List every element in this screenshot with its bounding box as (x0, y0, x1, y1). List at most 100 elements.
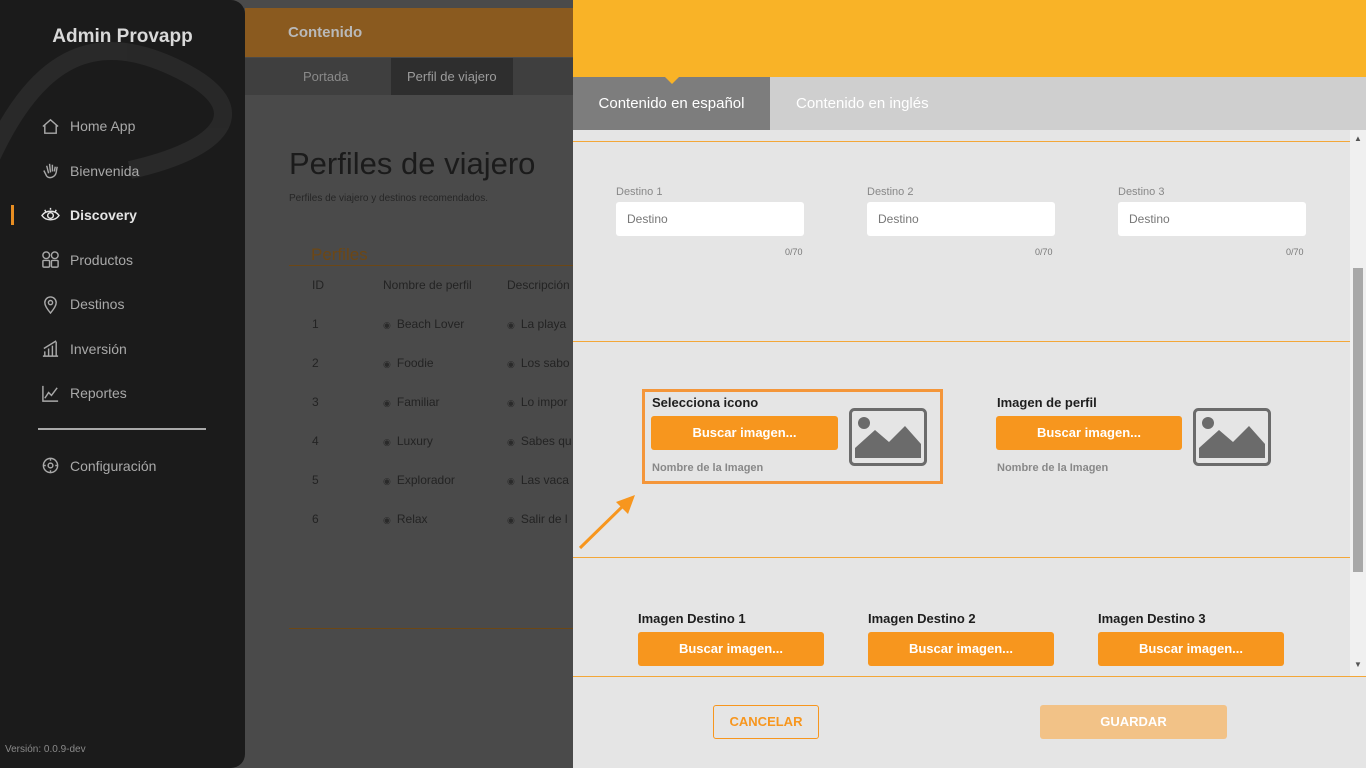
sidebar-nav: Home App Bienvenida Discovery Productos … (0, 104, 245, 488)
imagen-destino-1-label: Imagen Destino 1 (638, 611, 746, 626)
sidebar-item-discovery[interactable]: Discovery (0, 193, 245, 238)
tab-portada[interactable]: Portada (303, 58, 349, 95)
buscar-imagen-destino-3-button[interactable]: Buscar imagen... (1098, 632, 1284, 666)
line-chart-icon (40, 383, 60, 403)
wave-hand-icon (40, 161, 60, 181)
tab-contenido-espanol[interactable]: Contenido en español (573, 76, 770, 130)
divider (289, 628, 575, 629)
sidebar-item-productos[interactable]: Productos (0, 238, 245, 283)
drawer-content: Destino 1 Destino 0/70 Destino 2 Destino… (573, 130, 1350, 676)
page-title: Perfiles de viajero (289, 146, 536, 181)
location-pin-icon (40, 294, 60, 314)
profiles-table: ID Nombre de perfil Descripción 1 Beach … (312, 278, 575, 551)
table-row[interactable]: 3 Familiar Lo impor (312, 395, 575, 434)
bar-chart-icon (40, 339, 60, 359)
table-cell: 5 (312, 473, 319, 487)
destino-3-counter: 0/70 (1286, 247, 1304, 257)
page-subtitle: Perfiles de viajero y destinos recomenda… (289, 193, 488, 204)
tab-perfil-de-viajero[interactable]: Perfil de viajero (391, 58, 513, 95)
icono-image-name: Nombre de la Imagen (652, 462, 764, 474)
save-button[interactable]: GUARDAR (1040, 705, 1227, 739)
pointer-arrow-icon (578, 495, 635, 550)
brand-title: Admin Provapp (52, 26, 193, 47)
scroll-thumb[interactable] (1353, 268, 1363, 572)
sidebar-divider (38, 427, 206, 430)
sidebar-item-label: Productos (70, 251, 134, 268)
imagen-perfil-label: Imagen de perfil (997, 395, 1097, 410)
destino-3-input[interactable]: Destino (1118, 202, 1306, 236)
imagen-destino-3-label: Imagen Destino 3 (1098, 611, 1206, 626)
table-cell: Las vaca (507, 473, 569, 487)
language-tabs: Contenido en español Contenido en inglés (573, 76, 1366, 130)
drawer-header (573, 0, 1366, 77)
image-placeholder-icon (1193, 408, 1271, 466)
destino-2-label: Destino 2 (867, 186, 914, 198)
cancel-button[interactable]: CANCELAR (713, 705, 819, 739)
sidebar-item-label: Bienvenida (70, 162, 140, 179)
table-row[interactable]: 5 Explorador Las vaca (312, 473, 575, 512)
tab-contenido-ingles[interactable]: Contenido en inglés (796, 77, 929, 130)
destino-3-label: Destino 3 (1118, 186, 1165, 198)
sidebar: Admin Provapp Home App Bienvenida Discov… (0, 0, 245, 768)
buscar-imagen-destino-2-button[interactable]: Buscar imagen... (868, 632, 1054, 666)
sidebar-item-label: Discovery (70, 207, 137, 224)
table-cell: 1 (312, 317, 319, 331)
scrollbar[interactable]: ▲ ▼ (1350, 130, 1366, 676)
sidebar-item-destinos[interactable]: Destinos (0, 282, 245, 327)
destino-2-counter: 0/70 (1035, 247, 1053, 257)
table-cell: 3 (312, 395, 319, 409)
sidebar-item-home-app[interactable]: Home App (0, 104, 245, 149)
sidebar-item-reportes[interactable]: Reportes (0, 371, 245, 416)
destino-1-input[interactable]: Destino (616, 202, 804, 236)
buscar-imagen-destino-1-button[interactable]: Buscar imagen... (638, 632, 824, 666)
table-cell: La playa (507, 317, 566, 331)
divider (573, 557, 1350, 558)
sidebar-item-configuracion[interactable]: Configuración (0, 444, 245, 489)
destino-1-label: Destino 1 (616, 186, 663, 198)
sidebar-item-bienvenida[interactable]: Bienvenida (0, 149, 245, 194)
column-header: ID (312, 278, 324, 292)
sub-navigation: Portada Perfil de viajero (245, 58, 575, 95)
sidebar-item-label: Reportes (70, 385, 127, 402)
scroll-up-icon[interactable]: ▲ (1354, 134, 1362, 143)
table-header: ID Nombre de perfil Descripción (312, 278, 575, 317)
table-cell: Familiar (383, 395, 440, 409)
background-page: Contenido Portada Perfil de viajero Perf… (245, 0, 575, 768)
version-label: Versión: 0.0.9-dev (5, 744, 86, 755)
home-icon (40, 116, 60, 136)
table-cell: Foodie (383, 356, 434, 370)
sidebar-item-inversion[interactable]: Inversión (0, 327, 245, 372)
sidebar-item-label: Home App (70, 118, 136, 135)
scroll-down-icon[interactable]: ▼ (1354, 660, 1362, 669)
buscar-icono-button[interactable]: Buscar imagen... (651, 416, 838, 450)
table-cell: 6 (312, 512, 319, 526)
column-header: Nombre de perfil (383, 278, 472, 292)
column-header: Descripción (507, 278, 570, 292)
table-cell: Luxury (383, 434, 433, 448)
page-header-title: Contenido (288, 24, 363, 41)
section-title: Perfiles (289, 246, 575, 266)
imagen-destino-2-label: Imagen Destino 2 (868, 611, 976, 626)
table-row[interactable]: 2 Foodie Los sabo (312, 356, 575, 395)
table-row[interactable]: 6 Relax Salir de l (312, 512, 575, 551)
table-cell: 4 (312, 434, 319, 448)
edit-profile-drawer: Contenido en español Contenido en inglés… (573, 0, 1366, 768)
table-cell: Lo impor (507, 395, 568, 409)
table-cell: Sabes qu (507, 434, 572, 448)
page-header: Contenido (245, 8, 575, 57)
table-row[interactable]: 4 Luxury Sabes qu (312, 434, 575, 473)
destino-1-counter: 0/70 (785, 247, 803, 257)
sidebar-item-label: Destinos (70, 296, 125, 313)
divider (573, 341, 1350, 342)
table-cell: Explorador (383, 473, 455, 487)
sidebar-item-label: Inversión (70, 340, 127, 357)
buscar-imagen-perfil-button[interactable]: Buscar imagen... (996, 416, 1182, 450)
image-placeholder-icon (849, 408, 927, 466)
table-cell: 2 (312, 356, 319, 370)
grid-icon (40, 250, 60, 270)
destino-2-input[interactable]: Destino (867, 202, 1055, 236)
table-row[interactable]: 1 Beach Lover La playa (312, 317, 575, 356)
perfil-image-name: Nombre de la Imagen (997, 462, 1109, 474)
selecciona-icono-label: Selecciona icono (652, 395, 759, 410)
eye-icon (40, 205, 60, 225)
